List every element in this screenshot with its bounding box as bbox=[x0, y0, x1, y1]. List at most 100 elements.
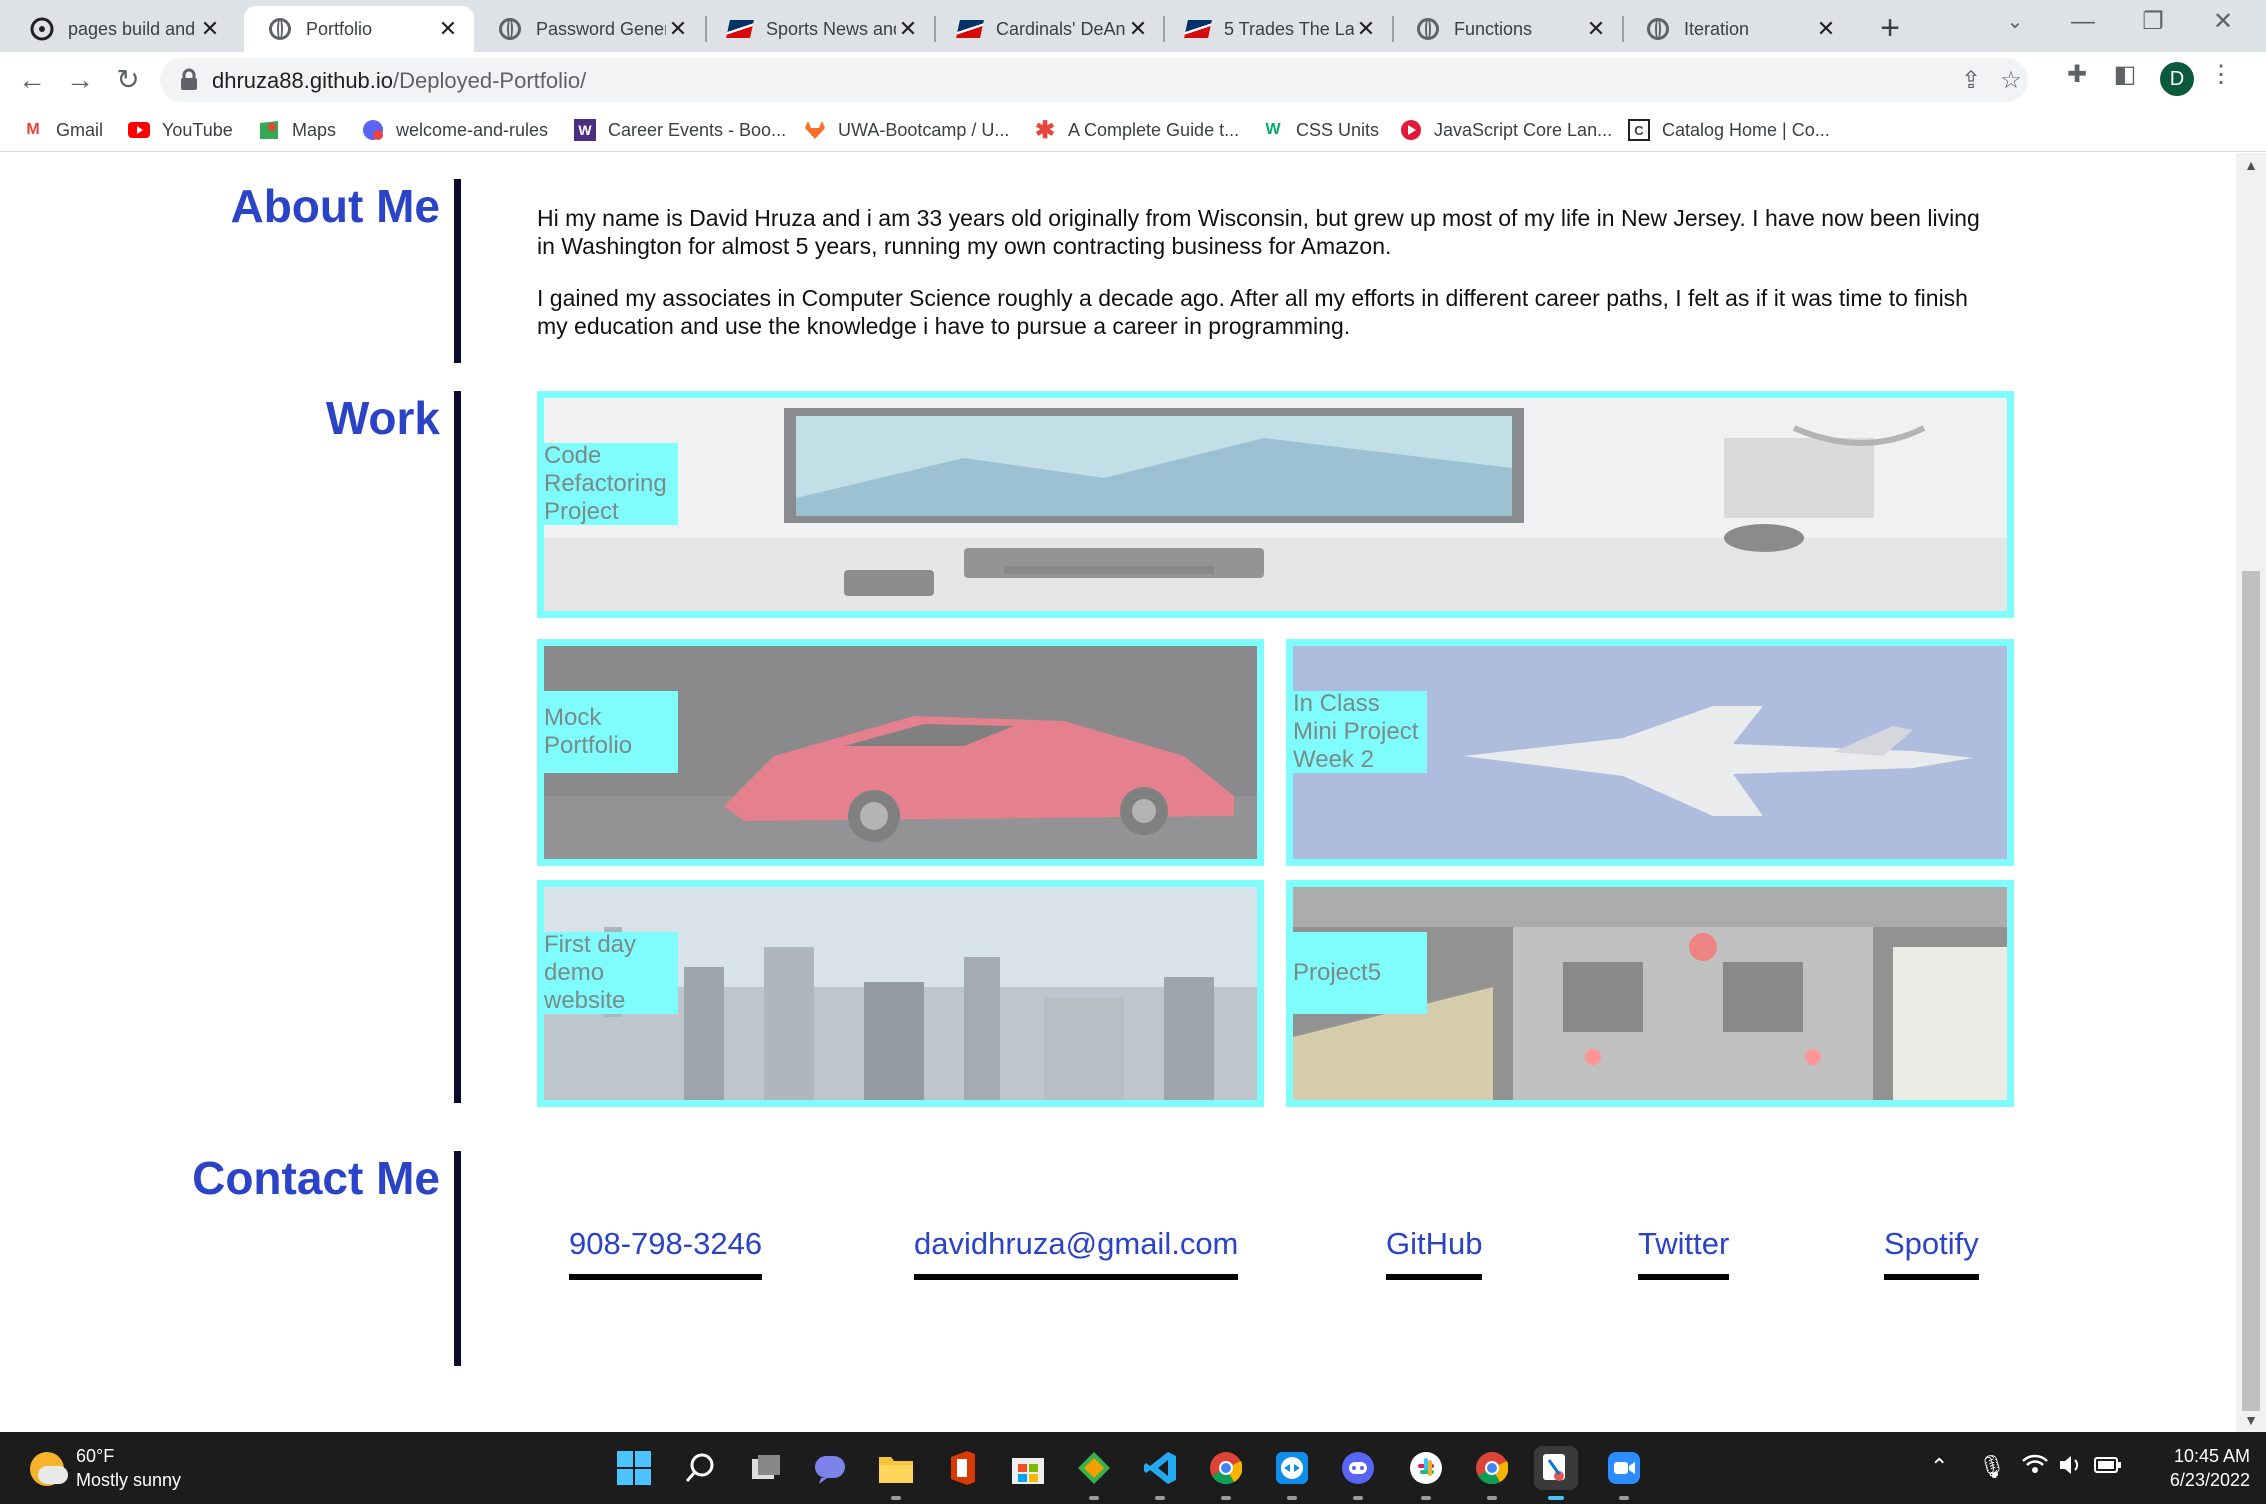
contact-phone-link[interactable]: 908-798-3246 bbox=[569, 1226, 763, 1280]
weather-temperature[interactable]: 60°F bbox=[76, 1446, 114, 1467]
twitter-link[interactable]: Twitter bbox=[1638, 1226, 1730, 1280]
nfl-icon bbox=[1184, 17, 1212, 41]
spotify-link[interactable]: Spotify bbox=[1884, 1226, 1979, 1280]
bookmark-css-units[interactable]: W CSS Units bbox=[1262, 114, 1379, 146]
microsoft-store-icon[interactable] bbox=[1006, 1446, 1050, 1490]
lock-icon bbox=[181, 68, 197, 90]
microphone-icon[interactable]: 🎙 bbox=[1978, 1454, 2006, 1480]
close-window-button[interactable]: ✕ bbox=[2188, 0, 2258, 44]
project-card-first-day-demo[interactable]: First day demo website bbox=[537, 880, 1264, 1107]
close-icon[interactable]: ✕ bbox=[666, 17, 690, 41]
tab-sports-news[interactable]: Sports News and ✕ bbox=[704, 6, 934, 52]
bookmark-maps[interactable]: Maps bbox=[258, 114, 336, 146]
office-icon[interactable] bbox=[940, 1446, 984, 1490]
file-explorer-icon[interactable] bbox=[874, 1446, 918, 1500]
project-card-mock-portfolio[interactable]: Mock Portfolio bbox=[537, 639, 1264, 866]
section-divider bbox=[454, 391, 461, 1103]
close-icon[interactable]: ✕ bbox=[436, 17, 460, 41]
address-bar[interactable]: dhruza88.github.io/Deployed-Portfolio/ ⇪… bbox=[160, 58, 2028, 102]
tab-iteration[interactable]: Iteration ✕ bbox=[1622, 6, 1852, 52]
bookmark-career-events[interactable]: W Career Events - Boo... bbox=[574, 114, 786, 146]
side-panel-icon[interactable]: ◧ bbox=[2110, 60, 2140, 90]
scroll-up-icon[interactable]: ▲ bbox=[2236, 157, 2266, 173]
page-scrollbar[interactable]: ▲ ▼ bbox=[2236, 153, 2266, 1432]
tab-label: pages build and bbox=[68, 18, 196, 39]
volume-icon[interactable] bbox=[2058, 1454, 2084, 1482]
close-icon[interactable]: ✕ bbox=[896, 17, 920, 41]
bookmark-complete-guide[interactable]: ✱ A Complete Guide t... bbox=[1034, 114, 1239, 146]
teams-chat-icon[interactable] bbox=[808, 1446, 852, 1490]
project-label: Project5 bbox=[1293, 932, 1427, 1014]
scrollbar-thumb[interactable] bbox=[2242, 571, 2260, 1411]
close-icon[interactable]: ✕ bbox=[1814, 17, 1838, 41]
contact-email-link[interactable]: davidhruza@gmail.com bbox=[914, 1226, 1239, 1280]
close-icon[interactable]: ✕ bbox=[1354, 17, 1378, 41]
bookmark-javascript[interactable]: JavaScript Core Lan... bbox=[1400, 114, 1612, 146]
github-link[interactable]: GitHub bbox=[1386, 1226, 1483, 1280]
reload-button[interactable]: ↻ bbox=[110, 62, 146, 98]
tab-search-icon[interactable]: ⌄ bbox=[1980, 0, 2050, 44]
bookmark-label: Career Events - Boo... bbox=[608, 119, 787, 140]
teamviewer-icon[interactable] bbox=[1270, 1446, 1314, 1500]
restore-button[interactable]: ❐ bbox=[2118, 0, 2188, 44]
project-label: In Class Mini Project Week 2 bbox=[1293, 690, 1427, 773]
minimize-button[interactable]: — bbox=[2048, 0, 2118, 44]
show-hidden-icons-icon[interactable]: ⌃ bbox=[1930, 1454, 1948, 1480]
project-card-project5[interactable]: Project5 bbox=[1286, 880, 2014, 1107]
slack-icon[interactable] bbox=[1404, 1446, 1448, 1500]
system-clock[interactable]: 10:45 AM 6/23/2022 bbox=[2140, 1444, 2250, 1492]
bookmark-catalog[interactable]: C Catalog Home | Co... bbox=[1628, 114, 1830, 146]
battery-icon[interactable] bbox=[2094, 1454, 2122, 1480]
discord-icon[interactable] bbox=[1336, 1446, 1380, 1500]
tab-pages-build[interactable]: pages build and ✕ bbox=[6, 6, 236, 52]
snipping-tool-icon[interactable] bbox=[1534, 1446, 1578, 1500]
tab-trades[interactable]: 5 Trades The Lak ✕ bbox=[1162, 6, 1392, 52]
taskbar: 60°F Mostly sunny ⌃ 🎙 10:45 AM 6/23/2022 bbox=[0, 1432, 2266, 1504]
vscode-icon[interactable] bbox=[1138, 1446, 1182, 1500]
chrome-icon[interactable] bbox=[1204, 1446, 1248, 1500]
project-card-code-refactoring[interactable]: Code Refactoring Project bbox=[537, 391, 2014, 618]
avatar[interactable]: D bbox=[2160, 62, 2194, 96]
menu-icon[interactable]: ⋮ bbox=[2206, 60, 2236, 90]
desk-workspace-image bbox=[544, 398, 2007, 611]
bookmark-label: Maps bbox=[292, 119, 337, 140]
forward-button[interactable]: → bbox=[62, 62, 98, 98]
weather-description[interactable]: Mostly sunny bbox=[76, 1470, 181, 1491]
task-view-icon[interactable] bbox=[744, 1446, 788, 1490]
wifi-icon[interactable] bbox=[2022, 1454, 2048, 1480]
tab-label: 5 Trades The Lak bbox=[1224, 18, 1354, 39]
new-tab-button[interactable]: + bbox=[1870, 8, 1910, 48]
chrome-profile-icon[interactable] bbox=[1470, 1446, 1514, 1500]
share-icon[interactable]: ⇪ bbox=[1956, 66, 1986, 96]
scroll-down-icon[interactable]: ▼ bbox=[2236, 1412, 2266, 1428]
weather-icon[interactable] bbox=[30, 1452, 68, 1486]
bookmark-welcome[interactable]: welcome-and-rules bbox=[362, 114, 548, 146]
globe-icon bbox=[498, 17, 522, 41]
github-icon bbox=[30, 17, 54, 41]
play-icon bbox=[1400, 119, 1422, 141]
close-icon[interactable]: ✕ bbox=[198, 17, 222, 41]
back-button[interactable]: ← bbox=[14, 62, 50, 98]
search-icon[interactable] bbox=[678, 1446, 722, 1490]
windows-start-icon[interactable] bbox=[612, 1446, 656, 1490]
bookmark-gitlab[interactable]: UWA-Bootcamp / U... bbox=[804, 114, 1009, 146]
close-icon[interactable]: ✕ bbox=[1584, 17, 1608, 41]
page-viewport: About Me Hi my name is David Hruza and i… bbox=[0, 153, 2236, 1432]
tab-portfolio[interactable]: Portfolio ✕ bbox=[244, 6, 474, 52]
w3-icon: W bbox=[1265, 121, 1281, 138]
bookmark-star-icon[interactable]: ☆ bbox=[1996, 66, 2026, 96]
clock-time: 10:45 AM bbox=[2173, 1446, 2250, 1466]
bookmark-youtube[interactable]: YouTube bbox=[128, 114, 233, 146]
bookmark-gmail[interactable]: M Gmail bbox=[22, 114, 103, 146]
project-label: Mock Portfolio bbox=[544, 691, 678, 773]
close-icon[interactable]: ✕ bbox=[1126, 17, 1150, 41]
catalog-icon: C bbox=[1628, 119, 1650, 141]
project-card-mini-project[interactable]: In Class Mini Project Week 2 bbox=[1286, 639, 2014, 866]
tab-cardinals[interactable]: Cardinals' DeAnd ✕ bbox=[934, 6, 1164, 52]
git-kraken-icon[interactable] bbox=[1072, 1446, 1116, 1500]
tab-functions[interactable]: Functions ✕ bbox=[1392, 6, 1622, 52]
extensions-icon[interactable]: ✚ bbox=[2062, 60, 2092, 90]
zoom-icon[interactable] bbox=[1602, 1446, 1646, 1500]
tab-password-generator[interactable]: Password Genera ✕ bbox=[474, 6, 704, 52]
tab-label: Iteration bbox=[1684, 18, 1750, 39]
